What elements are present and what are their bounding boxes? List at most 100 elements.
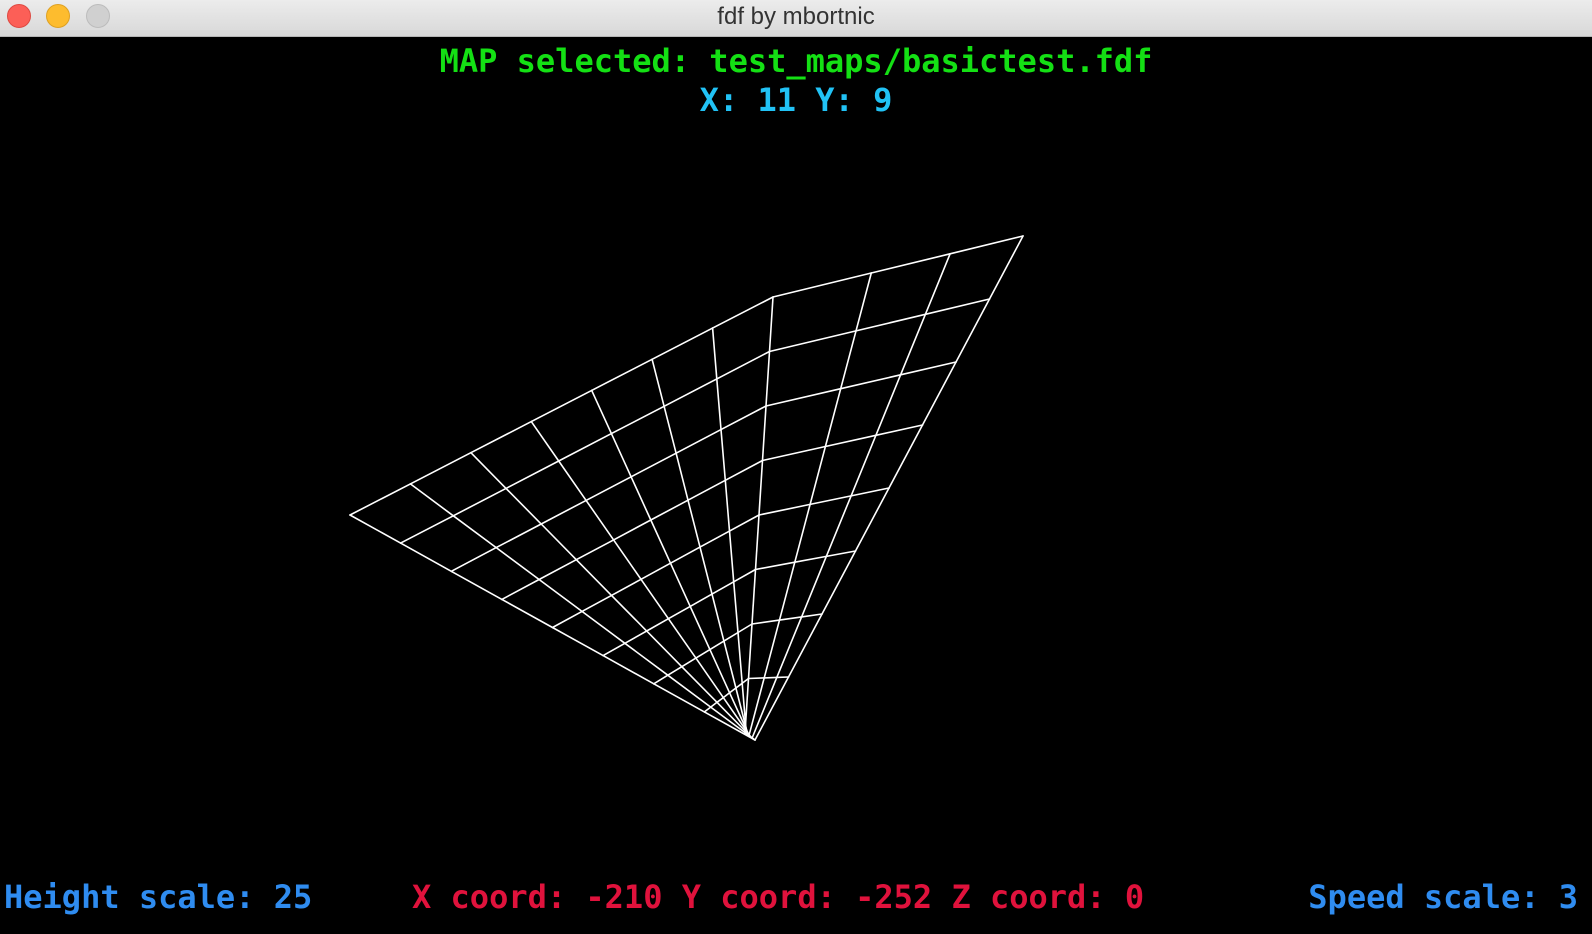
wireframe-edge	[728, 687, 737, 694]
wireframe-edge	[988, 235, 1024, 300]
wireframe-edge	[775, 616, 803, 679]
wireframe-edge	[557, 460, 587, 502]
render-canvas[interactable]: MAP selected: test_maps/basictest.fdf X:…	[0, 37, 1592, 934]
wireframe-edge	[735, 682, 744, 689]
wireframe-edge	[649, 519, 672, 565]
wireframe-edge	[640, 578, 670, 620]
wireframe-edge	[709, 701, 718, 708]
wireframe-edge	[495, 523, 543, 549]
wireframe-edge	[747, 677, 766, 680]
wireframe-edge	[652, 674, 669, 685]
wireframe-edge	[778, 616, 803, 621]
wireframe-edge	[758, 459, 764, 516]
wireframe-edge	[703, 706, 712, 713]
wireframe-edge	[824, 434, 877, 448]
wireframe-edge	[538, 578, 583, 613]
wireframe-edge	[754, 514, 760, 571]
wireframe-edge	[470, 420, 533, 454]
wireframe-edge	[825, 495, 852, 558]
wireframe-edge	[630, 452, 677, 478]
wireframe-edge	[495, 546, 540, 581]
wireframe-edge	[711, 296, 774, 329]
wireframe-edge	[899, 313, 927, 376]
wireframe-edge	[663, 405, 677, 455]
wireframe-edge	[501, 578, 540, 601]
wireframe-edge	[645, 630, 683, 668]
wireframe-edge	[590, 358, 653, 392]
wireframe-edge	[699, 546, 713, 595]
wireframe-edge	[778, 561, 796, 621]
wireframe-edge	[875, 424, 924, 437]
wireframe-edge	[590, 389, 613, 435]
wireframe-edge	[737, 623, 753, 634]
wireframe-edge	[761, 405, 767, 462]
wireframe-edge	[747, 623, 753, 680]
wireframe-edge	[505, 460, 560, 490]
wireframe-edge	[699, 530, 731, 548]
wireframe-edge	[751, 619, 781, 625]
wireframe-edge	[855, 313, 927, 332]
wireframe-edge	[720, 405, 767, 431]
wireframe-edge	[602, 642, 626, 657]
wireframe-edge	[850, 434, 877, 497]
wireframe-edge	[575, 558, 613, 597]
wireframe-edge	[575, 539, 615, 561]
wireframe-edge	[470, 451, 507, 490]
title-bar[interactable]: fdf by mbortnic	[0, 0, 1592, 37]
app-window: fdf by mbortnic MAP selected: test_maps/…	[0, 0, 1592, 934]
wireframe-edge	[870, 253, 951, 274]
wireframe-edge	[787, 613, 823, 678]
wireframe-edge	[557, 432, 613, 462]
wireframe-edge	[793, 555, 828, 564]
wireframe-edge	[530, 420, 560, 462]
wireframe-edge	[800, 555, 828, 618]
wireframe-edge	[763, 619, 781, 679]
wireframe-edge	[667, 617, 697, 659]
wireframe-edge	[924, 253, 951, 316]
wireframe-edge	[855, 272, 873, 332]
wireframe-edge	[689, 605, 711, 651]
wireframe-edge	[530, 389, 593, 423]
wireframe-edge	[722, 691, 731, 699]
wireframe-edge	[751, 737, 756, 741]
wireframe-edge	[452, 487, 507, 517]
wireframe-edge	[924, 298, 991, 316]
wireframe-edge	[723, 640, 737, 689]
window-title: fdf by mbortnic	[717, 3, 875, 30]
wireframe-edge	[765, 350, 771, 407]
wireframe-edge	[610, 432, 632, 478]
wireframe-edge	[709, 648, 731, 694]
wireframe-edge	[538, 558, 578, 581]
wireframe-mesh	[349, 235, 1024, 741]
wireframe-edge	[409, 483, 455, 517]
wireframe-edge	[768, 296, 774, 353]
wireframe-edge	[695, 657, 725, 699]
wireframe-edge	[540, 499, 587, 525]
coordinates-label: X coord: -210 Y coord: -252 Z coord: 0	[412, 878, 1145, 916]
wireframe-edge	[751, 568, 757, 625]
wireframe-edge	[610, 578, 642, 597]
wireframe-edge	[581, 594, 613, 613]
wireframe-edge	[723, 631, 739, 642]
wireframe-edge	[695, 648, 711, 659]
wireframe-edge	[728, 530, 735, 583]
wireframe-edge	[610, 405, 665, 435]
wireframe-edge	[651, 358, 665, 408]
wireframe-edge	[399, 514, 455, 544]
wireframe-edge	[758, 503, 811, 516]
wireframe-edge	[711, 580, 735, 595]
wireframe-edge	[839, 373, 902, 390]
wireframe-edge	[716, 696, 725, 704]
wireframe-edge	[649, 499, 689, 521]
wireframe-edge	[551, 626, 604, 657]
wireframe-edge	[612, 519, 652, 541]
wireframe-edge	[724, 479, 731, 532]
wireframe-edge	[612, 539, 642, 581]
wireframe-edge	[645, 617, 670, 632]
wireframe-edge	[875, 373, 902, 437]
wireframe-edge	[675, 428, 722, 455]
wireframe-edge	[793, 503, 811, 564]
wireframe-edge	[715, 378, 722, 431]
wireframe-edge	[850, 487, 890, 497]
wireframe-edge	[689, 593, 713, 608]
